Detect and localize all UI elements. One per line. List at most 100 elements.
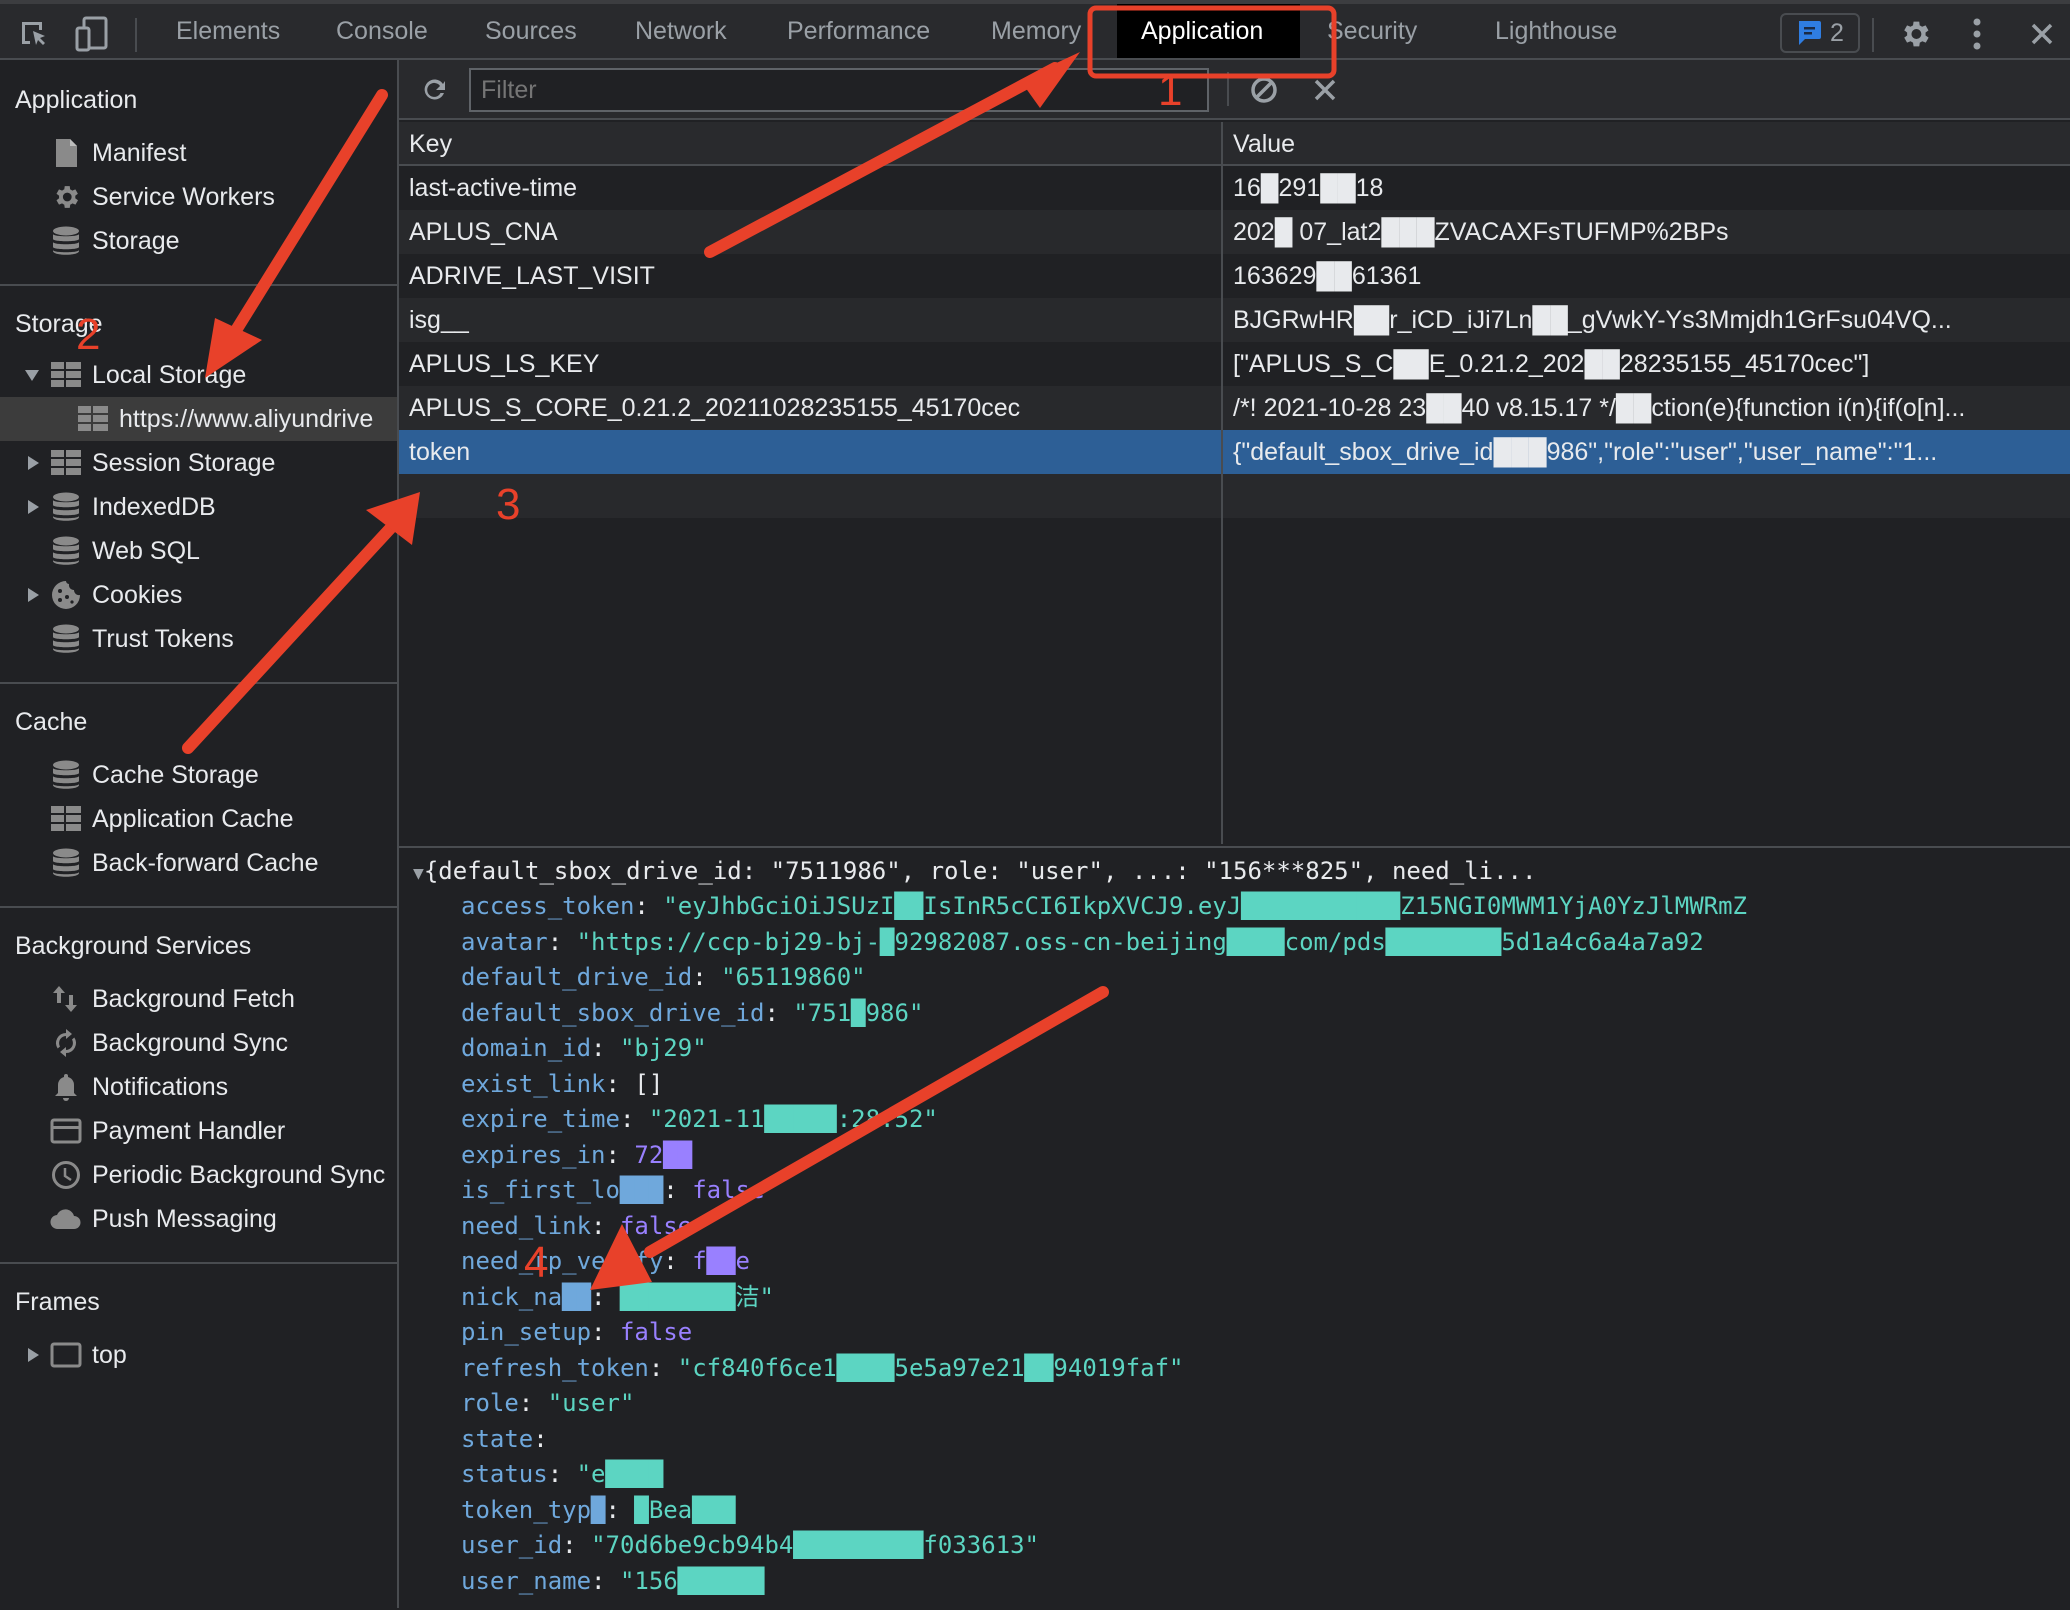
row-key[interactable]: last-active-time [409, 166, 1209, 210]
sidebar-item-application-cache[interactable]: Application Cache [0, 797, 397, 841]
tab-elements[interactable]: Elements [152, 4, 304, 58]
row-value[interactable]: 202█ 07_lat2███ZVACAXFsTUFMP%2BPs [1233, 210, 2053, 254]
sidebar-item-local-storage[interactable]: Local Storage [0, 353, 397, 397]
expand-arrow-icon[interactable] [28, 500, 39, 514]
expand-arrow-icon[interactable] [28, 456, 39, 470]
property-line[interactable]: access_token: "eyJhbGciOiJSUzI██IsInR5cC… [461, 889, 1747, 924]
property-line[interactable]: nick_na██: ████████洁" [461, 1280, 774, 1315]
property-line[interactable]: expire_time: "2021-11█████:28:52" [461, 1102, 938, 1137]
row-key[interactable]: APLUS_S_CORE_0.21.2_20211028235155_45170… [409, 386, 1209, 430]
property-line[interactable]: expires_in: 72██ [461, 1138, 692, 1173]
table-row[interactable]: ADRIVE_LAST_VISIT 163629██61361 [399, 254, 2070, 298]
property-key: user_id [461, 1531, 563, 1559]
property-value: "70d6be9cb94b4█████████f033613" [591, 1531, 1039, 1559]
sidebar-item-payment-handler[interactable]: Payment Handler [0, 1109, 397, 1153]
row-key[interactable]: ADRIVE_LAST_VISIT [409, 254, 1209, 298]
sidebar-item-background-fetch[interactable]: Background Fetch [0, 977, 397, 1021]
tab-network[interactable]: Network [611, 4, 751, 58]
value-preview-pane: ▼{default_sbox_drive_id: "7511986", role… [399, 846, 2070, 1610]
table-row[interactable]: APLUS_CNA 202█ 07_lat2███ZVACAXFsTUFMP%2B… [399, 210, 2070, 254]
column-divider[interactable] [1221, 122, 1223, 844]
empty-row [399, 518, 2070, 562]
row-value[interactable]: 163629██61361 [1233, 254, 2053, 298]
sidebar-item-cookies[interactable]: Cookies [0, 573, 397, 617]
sidebar-item-trust-tokens[interactable]: Trust Tokens [0, 617, 397, 661]
column-header-value[interactable]: Value [1233, 130, 1295, 159]
tab-application[interactable]: Application [1117, 4, 1300, 58]
filter-input[interactable] [469, 68, 1209, 112]
table-row[interactable]: token {"default_sbox_drive_id███986","rol… [399, 430, 2070, 474]
tab-console[interactable]: Console [312, 4, 452, 58]
property-line[interactable]: token_typ█: █Bea███ [461, 1493, 736, 1528]
key-value-table: Key Value last-active-time 16█291██18 APLU… [399, 122, 2070, 844]
device-toolbar-button[interactable] [72, 14, 112, 54]
property-line[interactable]: pin_setup: false [461, 1315, 692, 1350]
issues-badge-button[interactable]: 2 [1780, 13, 1860, 53]
clear-all-button[interactable] [1244, 70, 1284, 110]
sidebar-item-push-messaging[interactable]: Push Messaging [0, 1197, 397, 1241]
property-line[interactable]: avatar: "https://ccp-bj29-bj-█92982087.o… [461, 925, 1704, 960]
sidebar-item-web-sql[interactable]: Web SQL [0, 529, 397, 573]
property-colon: : [562, 1531, 592, 1559]
sidebar-item-manifest[interactable]: Manifest [0, 131, 397, 175]
sidebar-item-service-workers[interactable]: Service Workers [0, 175, 397, 219]
row-value[interactable]: {"default_sbox_drive_id███986","role":"u… [1233, 430, 2053, 474]
property-line[interactable]: state: [461, 1422, 548, 1457]
table-row[interactable]: isg__ BJGRwHR██r_iCD_iJi7Ln██_gVwkY-Ys3Mm… [399, 298, 2070, 342]
sidebar-item-notifications[interactable]: Notifications [0, 1065, 397, 1109]
row-key[interactable]: APLUS_CNA [409, 210, 1209, 254]
expand-arrow-icon[interactable] [28, 1348, 39, 1362]
row-key[interactable]: token [409, 430, 1209, 474]
table-row[interactable]: last-active-time 16█291██18 [399, 166, 2070, 210]
property-line[interactable]: status: "e████ [461, 1457, 663, 1492]
sidebar-item-session-storage[interactable]: Session Storage [0, 441, 397, 485]
property-colon: : [591, 1282, 620, 1311]
row-value[interactable]: /*! 2021-10-28 23██40 v8.15.17 */██ction… [1233, 386, 2053, 430]
property-line[interactable]: need_rp_verify: f██e [461, 1244, 750, 1279]
property-line[interactable]: is_first_lo███: false [461, 1173, 764, 1208]
sidebar-item-indexeddb[interactable]: IndexedDB [0, 485, 397, 529]
row-value[interactable]: 16█291██18 [1233, 166, 2053, 210]
close-devtools-button[interactable] [2022, 14, 2062, 54]
tab-performance[interactable]: Performance [763, 4, 954, 58]
column-header-key[interactable]: Key [409, 130, 452, 159]
row-value[interactable]: ["APLUS_S_C██E_0.21.2_202██28235155_4517… [1233, 342, 2053, 386]
tab-security[interactable]: Security [1303, 4, 1441, 58]
sidebar-item-storage-overview[interactable]: Storage [0, 219, 397, 263]
sidebar-item-periodic-background-sync[interactable]: Periodic Background Sync [0, 1153, 397, 1197]
expand-arrow-icon[interactable] [28, 588, 39, 602]
property-line[interactable]: domain_id: "bj29" [461, 1031, 707, 1066]
expand-arrow-icon[interactable] [25, 370, 39, 381]
property-line[interactable]: user_name: "156██████ [461, 1564, 764, 1599]
more-options-button[interactable] [1957, 14, 1997, 54]
property-line[interactable]: role: "user" [461, 1386, 634, 1421]
property-colon: : [518, 1389, 548, 1417]
sidebar-item-local-storage-origin[interactable]: https://www.aliyundrive [0, 397, 397, 441]
property-line[interactable]: exist_link: [] [461, 1067, 663, 1102]
refresh-button[interactable] [414, 70, 454, 110]
table-row[interactable]: APLUS_S_CORE_0.21.2_20211028235155_45170… [399, 386, 2070, 430]
row-key[interactable]: APLUS_LS_KEY [409, 342, 1209, 386]
property-key: avatar [461, 927, 548, 956]
collapse-arrow-icon[interactable]: ▼ [413, 863, 424, 884]
document-icon [50, 137, 82, 169]
property-line[interactable]: default_sbox_drive_id: "751█986" [461, 996, 923, 1031]
inspect-element-button[interactable] [14, 14, 54, 54]
sidebar-item-back-forward-cache[interactable]: Back-forward Cache [0, 841, 397, 885]
settings-button[interactable] [1895, 14, 1935, 54]
tab-memory[interactable]: Memory [967, 4, 1105, 58]
sidebar-item-cache-storage[interactable]: Cache Storage [0, 753, 397, 797]
table-row[interactable]: APLUS_LS_KEY ["APLUS_S_C██E_0.21.2_202██2… [399, 342, 2070, 386]
property-line[interactable]: user_id: "70d6be9cb94b4█████████f033613" [461, 1528, 1039, 1563]
sidebar-item-background-sync[interactable]: Background Sync [0, 1021, 397, 1065]
property-line[interactable]: refresh_token: "cf840f6ce1████5e5a97e21█… [461, 1351, 1183, 1386]
sidebar-item-frame-top[interactable]: top [0, 1333, 397, 1377]
property-line[interactable]: need_link: false [461, 1209, 692, 1244]
row-key[interactable]: isg__ [409, 298, 1209, 342]
tab-lighthouse[interactable]: Lighthouse [1471, 4, 1641, 58]
tab-sources[interactable]: Sources [461, 4, 601, 58]
row-value[interactable]: BJGRwHR██r_iCD_iJi7Ln██_gVwkY-Ys3Mmjdh1G… [1233, 298, 2053, 342]
object-summary[interactable]: ▼{default_sbox_drive_id: "7511986", role… [413, 854, 1536, 889]
delete-selected-button[interactable] [1305, 70, 1345, 110]
property-line[interactable]: default_drive_id: "65119860" [461, 960, 866, 995]
